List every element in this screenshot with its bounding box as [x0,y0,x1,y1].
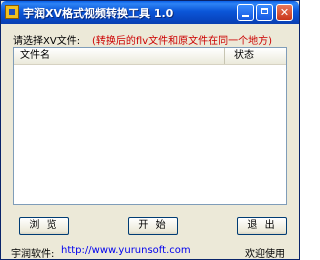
browse-button[interactable]: 浏 览 [19,217,69,235]
exit-button[interactable]: 退 出 [237,217,287,235]
app-icon [5,5,19,19]
file-list[interactable]: 文件名 状态 [13,47,287,205]
footer-label: 宇润软件: [11,249,55,260]
column-header-status[interactable]: 状态 [225,48,286,64]
column-header-filename[interactable]: 文件名 [14,48,225,64]
welcome-text: 欢迎使用 [245,249,285,260]
file-list-header: 文件名 状态 [14,48,286,65]
app-window: 宇润XV格式视频转换工具 1.0 ✕ 请选择XV文件: (转换后的flv文件和原… [0,0,300,260]
minimize-button[interactable] [237,4,254,21]
website-link[interactable]: http://www.yurunsoft.com [61,245,191,256]
title-bar[interactable]: 宇润XV格式视频转换工具 1.0 ✕ [1,1,299,24]
maximize-button[interactable] [256,4,273,21]
window-title: 宇润XV格式视频转换工具 1.0 [23,7,174,20]
close-button[interactable]: ✕ [276,4,293,21]
minimize-icon [242,15,249,17]
maximize-icon [261,8,268,14]
select-file-label: 请选择XV文件: [13,36,81,47]
output-location-note: (转换后的flv文件和原文件在同一个地方) [92,36,273,47]
start-button[interactable]: 开 始 [128,217,178,235]
